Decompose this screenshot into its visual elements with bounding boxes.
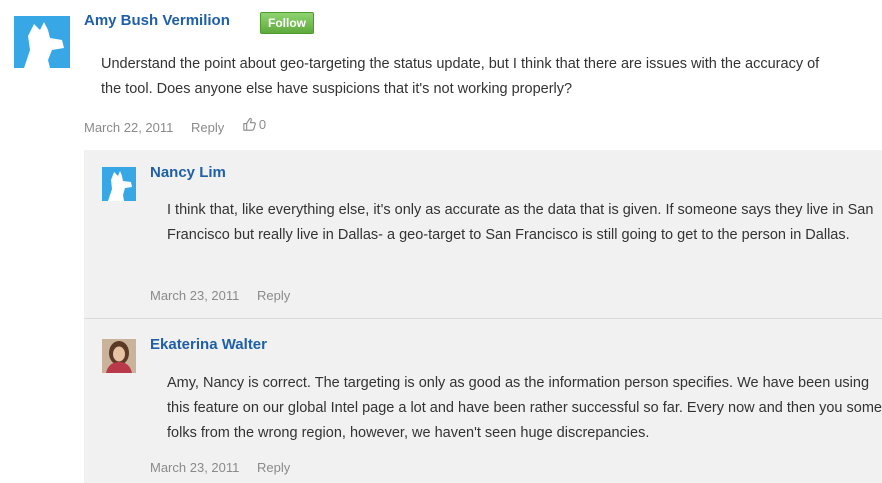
- reply-date: March 23, 2011: [150, 460, 240, 475]
- follow-button[interactable]: Follow: [260, 12, 314, 34]
- comment-date: March 22, 2011: [84, 120, 174, 135]
- reply-link[interactable]: Reply: [257, 288, 290, 303]
- reply-item: Nancy Lim I think that, like everything …: [84, 150, 882, 318]
- reply-link[interactable]: Reply: [191, 120, 224, 135]
- default-avatar-icon[interactable]: [14, 16, 70, 68]
- reply-meta: March 23, 2011 Reply: [150, 288, 304, 303]
- reply-date: March 23, 2011: [150, 288, 240, 303]
- reply-author-link[interactable]: Nancy Lim: [150, 164, 226, 181]
- thumbs-up-icon: [243, 117, 256, 131]
- comment-text: Understand the point about geo-targeting…: [101, 56, 820, 97]
- comment: Amy Bush Vermilion Follow Understand the…: [0, 0, 882, 150]
- reply-item: Ekaterina Walter Amy, Nancy is correct. …: [84, 319, 882, 483]
- reply-author-link[interactable]: Ekaterina Walter: [150, 336, 267, 353]
- comment-thread: Amy Bush Vermilion Follow Understand the…: [0, 0, 882, 483]
- comment-meta: March 22, 2011 Reply 0: [84, 117, 294, 135]
- default-avatar-icon[interactable]: [102, 167, 136, 201]
- like-count: 0: [258, 117, 267, 132]
- reply-meta: March 23, 2011 Reply: [150, 460, 304, 475]
- user-photo-avatar[interactable]: [102, 339, 136, 373]
- like-button[interactable]: 0: [242, 117, 280, 132]
- reply-text: Amy, Nancy is correct. The targeting is …: [167, 375, 882, 441]
- comment-author-link[interactable]: Amy Bush Vermilion: [84, 12, 230, 29]
- reply-text: I think that, like everything else, it's…: [167, 202, 874, 243]
- reply-link[interactable]: Reply: [257, 460, 290, 475]
